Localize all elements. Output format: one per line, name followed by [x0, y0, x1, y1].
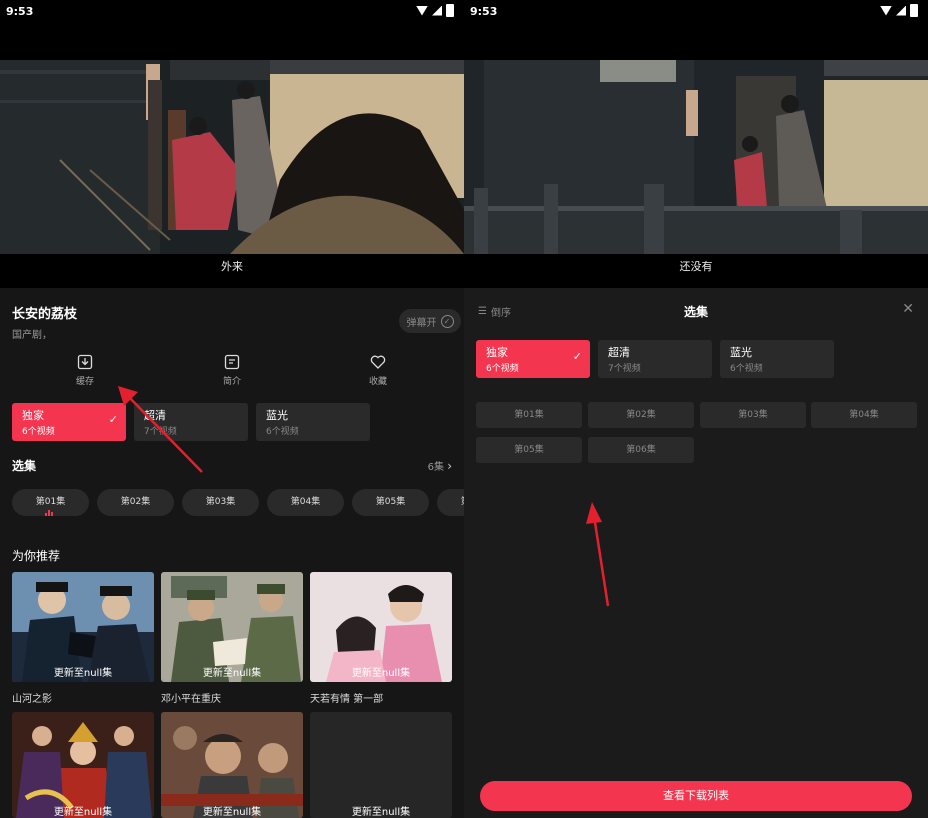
quality-label: 蓝光	[266, 409, 288, 422]
recommend-poster: 更新至null集	[310, 572, 452, 682]
recommend-name: 天若有情 第一部	[310, 694, 384, 705]
recommend-card-2[interactable]: 更新至null集 邓小平在重庆	[161, 572, 303, 705]
episode-button-3[interactable]: 第03集	[700, 402, 806, 428]
quality-hd[interactable]: 超清 7个视频	[598, 340, 712, 378]
episode-chip-1[interactable]: 第01集	[12, 489, 89, 516]
show-title: 长安的荔枝	[12, 307, 78, 322]
episode-chip-4[interactable]: 第04集	[267, 489, 344, 516]
recommend-card-1[interactable]: 更新至null集 山河之影	[12, 572, 154, 705]
cache-button[interactable]: 缓存	[55, 354, 115, 387]
recommend-card-3[interactable]: 更新至null集 天若有情 第一部	[310, 572, 452, 705]
episode-chip-3[interactable]: 第03集	[182, 489, 259, 516]
quality-label: 超清	[608, 346, 630, 359]
show-tag: 国产剧，	[12, 330, 52, 341]
view-download-list-button[interactable]: 查看下载列表	[480, 781, 912, 811]
episode-select-screen: 9:53 还没有 ☰ 倒序 选集 ✕ 独家 6个视频 ✓ 超清 7个视频 蓝光 …	[464, 0, 928, 818]
close-icon[interactable]: ✕	[902, 301, 914, 317]
episode-label: 第05集	[375, 497, 406, 507]
video-player[interactable]: 外来	[0, 26, 464, 288]
cache-label: 缓存	[75, 377, 94, 387]
battery-icon	[910, 4, 918, 17]
favorite-button[interactable]: 收藏	[348, 354, 408, 387]
download-icon	[77, 354, 93, 370]
wifi-icon	[880, 5, 892, 16]
favorite-label: 收藏	[368, 377, 387, 387]
update-status: 更新至null集	[351, 807, 411, 818]
heart-icon	[370, 355, 386, 369]
recommend-name: 邓小平在重庆	[161, 694, 221, 705]
recommend-poster: 更新至null集	[310, 712, 452, 818]
episode-label: 第04集	[290, 497, 321, 507]
episodes-more-link[interactable]: 6集 ›	[428, 458, 452, 473]
recommend-title: 为你推荐	[12, 549, 61, 563]
episodes-section-title: 选集	[12, 459, 37, 473]
wifi-icon	[416, 5, 428, 16]
danmu-label: 弹幕开	[406, 317, 437, 329]
quality-label: 蓝光	[730, 346, 752, 359]
intro-label: 简介	[222, 377, 241, 387]
recommend-poster: 更新至null集	[12, 572, 154, 682]
video-frame	[0, 60, 464, 254]
quality-exclusive[interactable]: 独家 6个视频 ✓	[12, 403, 126, 441]
check-icon: ✓	[108, 413, 118, 426]
recommend-poster: 更新至null集	[12, 712, 154, 818]
video-player[interactable]: 还没有	[464, 26, 928, 288]
recommend-poster: 更新至null集	[161, 572, 303, 682]
update-status: 更新至null集	[202, 807, 262, 818]
episode-button-5[interactable]: 第05集	[476, 437, 582, 463]
intro-button[interactable]: 简介	[202, 354, 262, 387]
episode-chip-5[interactable]: 第05集	[352, 489, 429, 516]
playing-bars-icon	[45, 510, 55, 516]
episode-panel-header: ☰ 倒序 选集 ✕	[464, 290, 928, 330]
danmu-toggle[interactable]: 弹幕开 ✓	[399, 309, 461, 333]
quality-count: 7个视频	[144, 427, 177, 437]
recommend-card-4[interactable]: 更新至null集	[12, 712, 154, 818]
recommend-card-6[interactable]: 更新至null集	[310, 712, 452, 818]
episodes-count: 6集	[427, 462, 444, 473]
status-bar: 9:53	[0, 0, 464, 26]
update-status: 更新至null集	[53, 807, 113, 818]
quality-bluray[interactable]: 蓝光 6个视频	[256, 403, 370, 441]
quality-label: 超清	[144, 409, 166, 422]
info-doc-icon	[224, 354, 240, 370]
episode-panel-title: 选集	[683, 305, 708, 319]
episode-button-6[interactable]: 第06集	[588, 437, 694, 463]
episode-button-1[interactable]: 第01集	[476, 402, 582, 428]
episode-button-2[interactable]: 第02集	[588, 402, 694, 428]
quality-count: 7个视频	[608, 364, 641, 374]
episode-chip-2[interactable]: 第02集	[97, 489, 174, 516]
recommend-poster: 更新至null集	[161, 712, 303, 818]
signal-icon	[432, 5, 442, 16]
battery-icon	[446, 4, 454, 17]
quality-hd[interactable]: 超清 7个视频	[134, 403, 248, 441]
status-time: 9:53	[470, 5, 498, 18]
quality-count: 6个视频	[266, 427, 299, 437]
quality-exclusive[interactable]: 独家 6个视频 ✓	[476, 340, 590, 378]
chevron-right-icon: ›	[447, 459, 452, 473]
update-status: 更新至null集	[53, 668, 113, 679]
video-frame	[464, 60, 928, 254]
check-circle-icon: ✓	[440, 314, 454, 328]
episode-label: 第03集	[205, 497, 236, 507]
check-icon: ✓	[572, 350, 582, 363]
signal-icon	[896, 5, 906, 16]
update-status: 更新至null集	[202, 668, 262, 679]
status-bar: 9:53	[464, 0, 928, 26]
recommend-card-5[interactable]: 更新至null集	[161, 712, 303, 818]
status-time: 9:53	[6, 5, 34, 18]
episode-button-4[interactable]: 第04集	[811, 402, 917, 428]
video-detail-screen: 9:53 外来 长安的荔枝 国产剧， 弹幕开 ✓ 缓存 简介 收藏 独家 6个视…	[0, 0, 464, 818]
video-subtitle: 外来	[221, 260, 243, 273]
quality-bluray[interactable]: 蓝光 6个视频	[720, 340, 834, 378]
episode-label: 第01集	[35, 497, 66, 507]
quality-count: 6个视频	[730, 364, 763, 374]
update-status: 更新至null集	[351, 668, 411, 679]
recommend-name: 山河之影	[12, 694, 52, 705]
video-subtitle: 还没有	[679, 260, 713, 273]
episode-label: 第02集	[120, 497, 151, 507]
annotation-arrow	[586, 502, 610, 607]
episode-chip-6[interactable]: 第06集	[437, 489, 464, 516]
